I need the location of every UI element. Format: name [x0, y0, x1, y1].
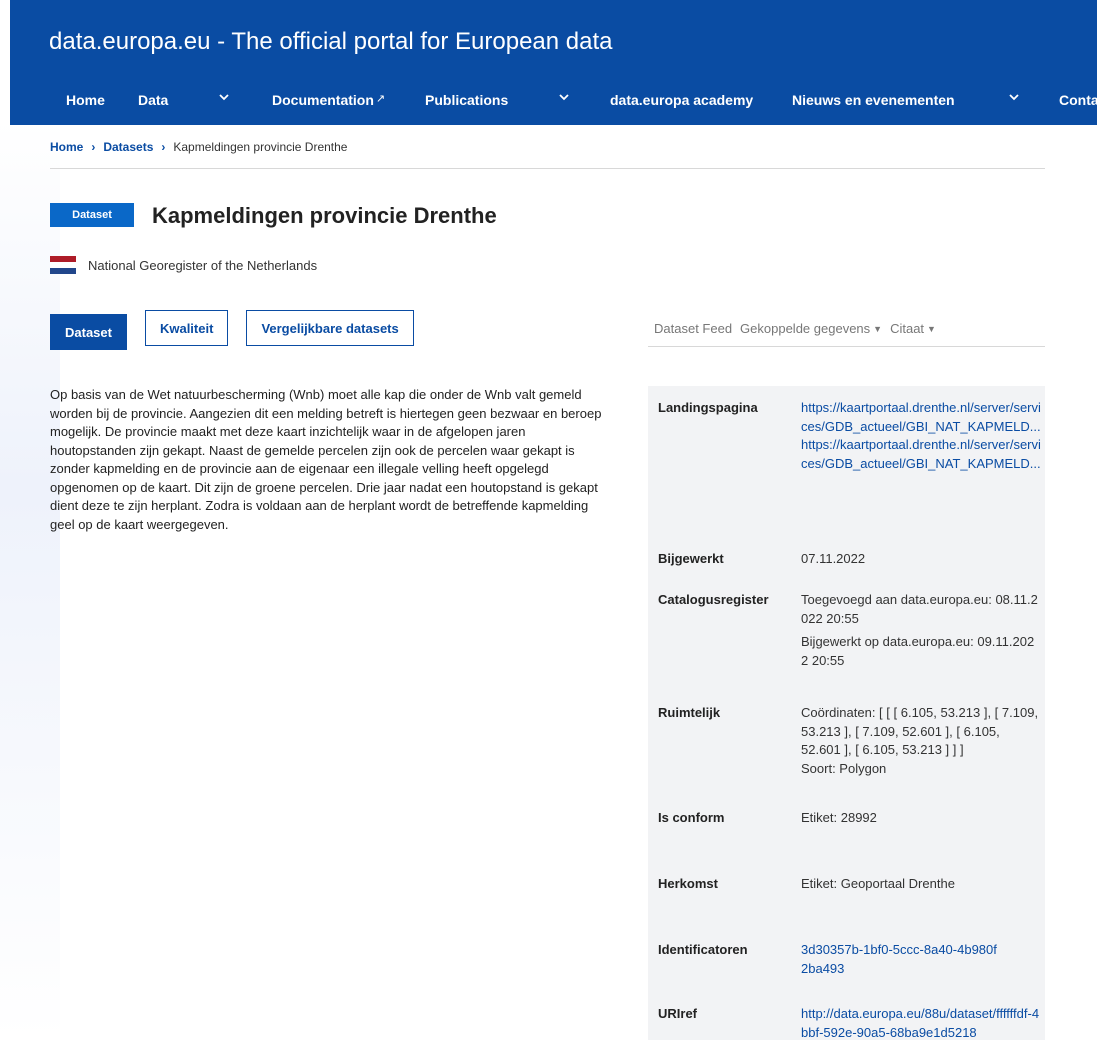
meta-label: Landingspagina	[658, 400, 758, 415]
meta-value: 07.11.2022	[801, 551, 866, 566]
uriref-link[interactable]: http://data.europa.eu/88u/dataset/ffffff…	[801, 1005, 1041, 1040]
nav-data[interactable]: Data	[138, 92, 168, 108]
publisher-name[interactable]: National Georegister of the Netherlands	[88, 258, 317, 273]
meta-label: Is conform	[658, 810, 725, 825]
linked-data-dropdown[interactable]: Gekoppelde gegevens ▼	[740, 321, 882, 336]
meta-label: Catalogusregister	[658, 592, 769, 607]
uriref-value: http://data.europa.eu/88u/dataset/ffffff…	[801, 1006, 1040, 1040]
divider	[50, 168, 1045, 169]
identifier-value: 3d30357b-1bf0-5ccc-8a40-4b980f2ba493	[801, 942, 997, 976]
breadcrumb: Home › Datasets › Kapmeldingen provincie…	[50, 140, 347, 154]
meta-label: Herkomst	[658, 876, 718, 891]
breadcrumb-home[interactable]: Home	[50, 140, 83, 154]
nav-news-events[interactable]: Nieuws en evenementen	[792, 92, 955, 108]
site-header: data.europa.eu - The official portal for…	[10, 0, 1097, 125]
meta-value: Coördinaten: [ [ [ 6.105, 53.213 ], [ 7.…	[801, 704, 1041, 778]
tab-similar-datasets[interactable]: Vergelijkbare datasets	[246, 310, 414, 346]
feed-links: Dataset Feed Gekoppelde gegevens ▼ Citaat…	[654, 321, 936, 336]
site-title[interactable]: data.europa.eu - The official portal for…	[49, 28, 613, 56]
meta-value: Etiket: 28992	[801, 810, 877, 825]
main-nav: Home Data Documentation ↗ Publications da…	[10, 88, 1097, 114]
page-title: Kapmeldingen provincie Drenthe	[152, 203, 497, 228]
nav-documentation[interactable]: Documentation ↗	[272, 92, 385, 108]
catalog-added: Toegevoegd aan data.europa.eu: 08.11.202…	[801, 592, 1038, 626]
cite-label: Citaat	[890, 321, 925, 336]
meta-value: https://kaartportaal.drenthe.nl/server/s…	[801, 399, 1041, 473]
linked-data-label: Gekoppelde gegevens	[740, 321, 871, 336]
meta-label: Identificatoren	[658, 942, 748, 957]
spatial-type: Soort: Polygon	[801, 760, 887, 776]
meta-value: Toegevoegd aan data.europa.eu: 08.11.202…	[801, 591, 1041, 670]
chevron-down-icon[interactable]	[1007, 90, 1021, 104]
dataset-tabs: Dataset Kwaliteit Vergelijkbare datasets	[50, 310, 414, 350]
breadcrumb-current: Kapmeldingen provincie Drenthe	[173, 140, 348, 154]
caret-down-icon: ▼	[873, 324, 883, 334]
metadata-panel: Landingspagina https://kaartportaal.dren…	[648, 386, 1045, 1040]
external-link-icon: ↗	[375, 93, 386, 105]
caret-down-icon: ▼	[927, 324, 936, 334]
meta-label: Bijgewerkt	[658, 551, 724, 566]
nav-academy[interactable]: data.europa academy	[610, 92, 753, 108]
cite-dropdown[interactable]: Citaat ▼	[890, 321, 936, 336]
landing-link[interactable]: https://kaartportaal.drenthe.nl/server/s…	[801, 436, 1041, 473]
breadcrumb-datasets[interactable]: Datasets	[103, 140, 153, 154]
meta-value: Etiket: Geoportaal Drenthe	[801, 876, 955, 891]
tab-dataset[interactable]: Dataset	[50, 314, 127, 350]
meta-label: URIref	[658, 1006, 698, 1021]
dataset-badge: Dataset	[50, 203, 134, 227]
publisher: National Georegister of the Netherlands	[50, 256, 317, 274]
nav-contact[interactable]: Conta	[1059, 92, 1097, 108]
divider	[648, 346, 1045, 347]
nav-home[interactable]: Home	[66, 92, 105, 108]
nav-publications[interactable]: Publications	[425, 92, 508, 108]
landing-link[interactable]: https://kaartportaal.drenthe.nl/server/s…	[801, 399, 1041, 436]
chevron-right-icon: ›	[91, 140, 96, 154]
spatial-coordinates: Coördinaten: [ [ [ 6.105, 53.213 ], [ 7.…	[801, 705, 1039, 757]
chevron-down-icon[interactable]	[557, 90, 571, 104]
tab-quality[interactable]: Kwaliteit	[144, 310, 229, 346]
chevron-right-icon: ›	[161, 140, 166, 154]
netherlands-flag-icon	[50, 256, 76, 274]
dataset-description: Op basis van de Wet natuurbescherming (W…	[50, 387, 602, 532]
identifier-link[interactable]: 3d30357b-1bf0-5ccc-8a40-4b980f2ba493	[801, 941, 1001, 978]
chevron-down-icon[interactable]	[217, 90, 231, 104]
nav-documentation-label: Documentation	[272, 92, 374, 108]
meta-label: Ruimtelijk	[658, 705, 721, 720]
dataset-feed-link[interactable]: Dataset Feed	[654, 321, 732, 336]
catalog-updated: Bijgewerkt op data.europa.eu: 09.11.2022…	[801, 634, 1035, 668]
